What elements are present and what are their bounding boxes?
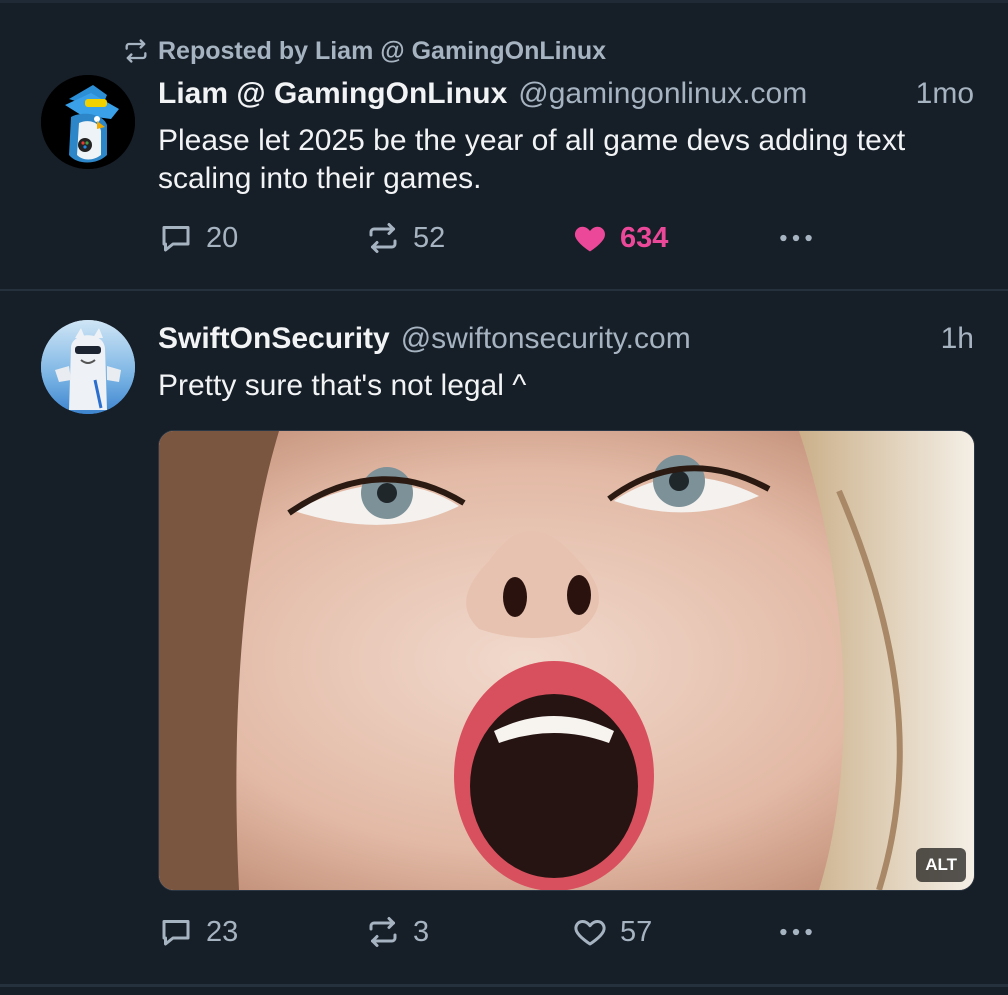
repost-button[interactable]: 3 [365,912,429,952]
post-text: Pretty sure that's not legal ^ [158,369,527,402]
reply-icon [162,920,190,946]
like-count: 634 [620,221,669,254]
bottom-border [0,984,1008,987]
repost-indicator[interactable]: Reposted by Liam @ GamingOnLinux [122,34,606,68]
mascot-avatar[interactable] [41,320,135,414]
repost-label: Reposted by Liam @ GamingOnLinux [158,36,607,65]
post-image[interactable]: ALT [158,430,975,891]
repost-icon [369,223,397,253]
face-photo [159,431,974,890]
post-divider [0,289,1008,291]
post-timestamp[interactable]: 1h [941,322,974,356]
post-actions: 23 3 57 [158,912,838,952]
like-button[interactable]: 57 [572,912,652,952]
more-options-button[interactable] [778,218,814,258]
like-count: 57 [620,915,653,948]
author-name[interactable]: SwiftOnSecurity [158,322,390,356]
post-timestamp[interactable]: 1mo [916,77,974,111]
post-header: SwiftOnSecurity @swiftonsecurity.com 1h [158,319,974,359]
reply-button[interactable]: 23 [158,912,238,952]
mascot-avatar-image [41,320,135,414]
post-header: Liam @ GamingOnLinux @gamingonlinux.com … [158,74,974,114]
reply-icon [162,226,190,252]
repost-button[interactable]: 52 [365,218,445,258]
post-actions: 20 52 634 [158,218,838,258]
heart-outline-icon [574,920,606,946]
post-text: Please let 2025 be the year of all game … [158,124,906,195]
repost-icon [125,39,147,63]
penguin-avatar-image [41,75,135,169]
author-name[interactable]: Liam @ GamingOnLinux [158,77,507,111]
reply-count: 23 [206,915,239,948]
more-icon [780,234,812,242]
repost-icon [369,917,397,947]
reply-button[interactable]: 20 [158,218,238,258]
author-handle[interactable]: @gamingonlinux.com [518,77,807,111]
penguin-avatar[interactable] [41,75,135,169]
reply-count: 20 [206,221,239,254]
like-button[interactable]: 634 [572,218,668,258]
author-handle[interactable]: @swiftonsecurity.com [401,322,691,356]
more-icon [780,928,812,936]
top-border [0,0,1008,3]
alt-text-badge[interactable]: ALT [916,848,966,882]
more-options-button[interactable] [778,912,814,952]
repost-count: 3 [413,915,430,948]
heart-filled-icon [574,226,606,252]
repost-count: 52 [413,221,446,254]
